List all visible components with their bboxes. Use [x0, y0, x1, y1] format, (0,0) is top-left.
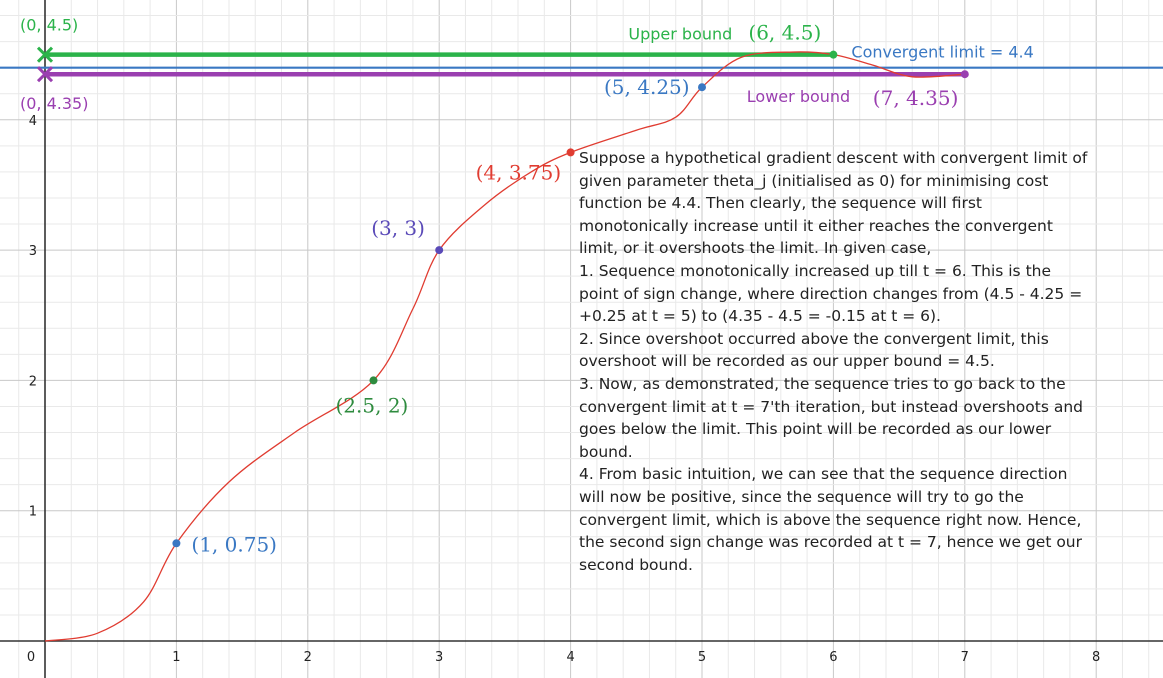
- x-tick-label: 1: [172, 650, 180, 665]
- explanation-line: given parameter theta_j (initialised as …: [579, 171, 1049, 190]
- explanation-line: limit, or it overshoots the limit. In gi…: [579, 239, 932, 258]
- point-marker: [435, 246, 444, 255]
- explanation-line: overshoot will be recorded as our upper …: [579, 352, 995, 371]
- explanation-line: 1. Sequence monotonically increased up t…: [579, 261, 1052, 280]
- x-tick-label: 7: [961, 650, 969, 665]
- point-marker: [566, 148, 575, 157]
- explanation-line: will now be positive, since the sequence…: [579, 487, 1024, 506]
- point-label: (0, 4.35): [20, 94, 88, 113]
- point-label: (7, 4.35): [873, 86, 959, 110]
- x-tick-label: 2: [304, 650, 312, 665]
- point-label: (3, 3): [371, 216, 425, 240]
- point-label: (5, 4.25): [604, 75, 690, 99]
- point-marker: [172, 539, 181, 548]
- explanation-line: goes below the limit. This point will be…: [579, 420, 1052, 439]
- explanation-line: convergent limit, which is above the seq…: [579, 510, 1082, 529]
- x-tick-label: 0: [27, 650, 35, 665]
- explanation-line: 4. From basic intuition, we can see that…: [579, 465, 1068, 484]
- x-tick-label: 3: [435, 650, 443, 665]
- explanation-line: Suppose a hypothetical gradient descent …: [579, 149, 1088, 167]
- point-label: (2.5, 2): [336, 393, 409, 417]
- point-label: (1, 0.75): [191, 532, 277, 556]
- point-marker: [369, 376, 378, 385]
- point-label: (0, 4.5): [20, 16, 78, 35]
- explanation-text: Suppose a hypothetical gradient descent …: [579, 147, 1161, 576]
- explanation-line: point of sign change, where direction ch…: [579, 284, 1083, 303]
- point-marker: [960, 70, 969, 79]
- convergent-limit-label: Convergent limit = 4.4: [851, 43, 1033, 62]
- x-tick-label: 8: [1092, 650, 1100, 665]
- explanation-line: 2. Since overshoot occurred above the co…: [579, 329, 1049, 348]
- explanation-line: +0.25 at t = 5) to (4.35 - 4.5 = -0.15 a…: [579, 307, 941, 326]
- x-tick-label: 6: [829, 650, 837, 665]
- explanation-line: second bound.: [579, 555, 693, 574]
- explanation-line: the second sign change was recorded at t…: [579, 533, 1083, 552]
- lower-bound-label: Lower bound: [747, 87, 850, 106]
- explanation-line: convergent limit at t = 7'th iteration, …: [579, 397, 1083, 416]
- point-marker: [698, 83, 706, 92]
- upper-bound-label: Upper bound: [628, 25, 732, 44]
- y-tick-label: 2: [29, 374, 37, 389]
- point-label: (4, 3.75): [476, 160, 562, 184]
- y-tick-label: 3: [29, 244, 37, 259]
- y-tick-label: 1: [29, 505, 37, 520]
- point-label: (6, 4.5): [748, 21, 821, 45]
- explanation-line: 3. Now, as demonstrated, the sequence tr…: [579, 374, 1066, 393]
- point-marker: [829, 50, 838, 59]
- explanation-line: monotonically increase until it either r…: [579, 216, 1053, 235]
- explanation-line: function be 4.4. Then clearly, the seque…: [579, 194, 982, 213]
- y-tick-label: 4: [29, 114, 37, 129]
- x-tick-label: 5: [698, 650, 706, 665]
- explanation-line: bound.: [579, 442, 633, 461]
- x-tick-label: 4: [566, 650, 574, 665]
